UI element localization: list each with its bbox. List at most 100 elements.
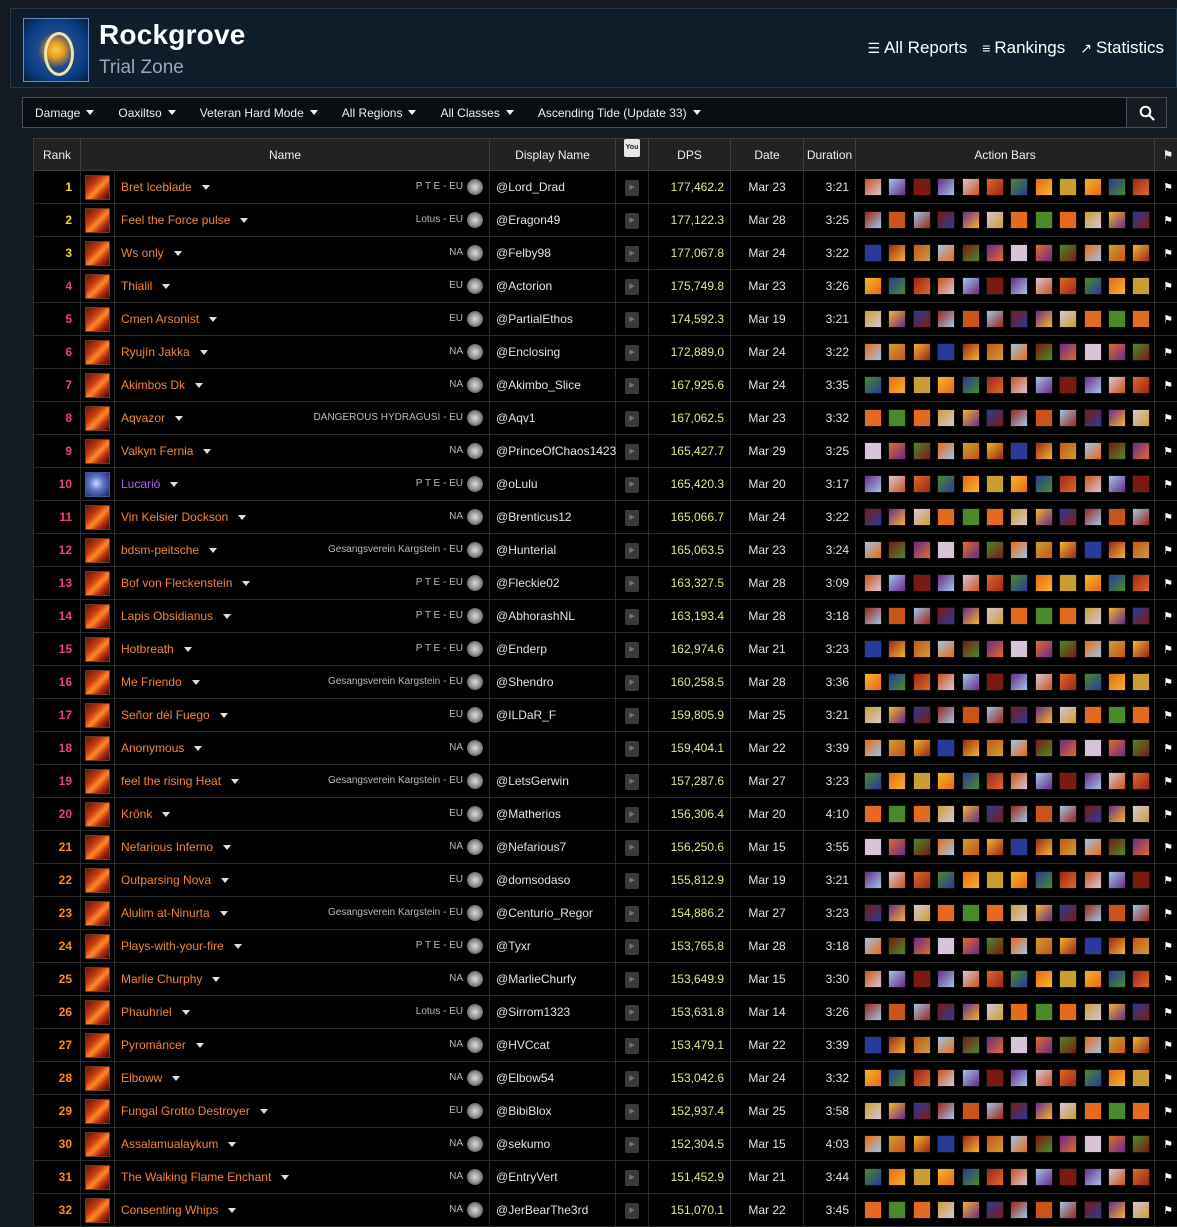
table-row[interactable]: 28ElbowwNA@Elbow54▶153,042.6Mar 243:32⚑ — [34, 1062, 1177, 1095]
skill-icon[interactable] — [986, 673, 1004, 691]
skill-icon[interactable] — [1035, 475, 1053, 493]
display-name-cell[interactable]: @sekumo — [490, 1128, 616, 1161]
skill-icon[interactable] — [888, 475, 906, 493]
skill-icon[interactable] — [1132, 244, 1150, 262]
flag-cell[interactable]: ⚑ — [1155, 699, 1177, 732]
flag-cell[interactable]: ⚑ — [1155, 237, 1177, 270]
skill-icon[interactable] — [1132, 871, 1150, 889]
skill-icon[interactable] — [913, 343, 931, 361]
skill-icon[interactable] — [1108, 376, 1126, 394]
skill-icon[interactable] — [864, 607, 882, 625]
skill-icon[interactable] — [888, 1201, 906, 1219]
skill-icon[interactable] — [1010, 277, 1028, 295]
skill-icon[interactable] — [1084, 409, 1102, 427]
skill-icon[interactable] — [913, 607, 931, 625]
skill-icon[interactable] — [1108, 310, 1126, 328]
display-name-cell[interactable]: @Centurio_Regor — [490, 897, 616, 930]
skill-icon[interactable] — [888, 1168, 906, 1186]
skill-icon[interactable] — [986, 508, 1004, 526]
skill-icon[interactable] — [1010, 871, 1028, 889]
display-name-cell[interactable]: @AbhorashNL — [490, 600, 616, 633]
skill-icon[interactable] — [913, 541, 931, 559]
skill-icon[interactable] — [1084, 541, 1102, 559]
flag-cell[interactable]: ⚑ — [1155, 1194, 1177, 1227]
skill-icon[interactable] — [1010, 343, 1028, 361]
table-row[interactable]: 12bdsm-peitscheGesangsverein Kargstein -… — [34, 534, 1177, 567]
skill-icon[interactable] — [1035, 772, 1053, 790]
skill-icon[interactable] — [1035, 1069, 1053, 1087]
skill-icon[interactable] — [1108, 343, 1126, 361]
skill-icon[interactable] — [986, 277, 1004, 295]
youtube-icon[interactable]: ▶ — [625, 411, 639, 427]
skill-icon[interactable] — [1084, 211, 1102, 229]
skill-icon[interactable] — [1035, 376, 1053, 394]
youtube-icon[interactable]: ▶ — [625, 708, 639, 724]
skill-icon[interactable] — [1084, 475, 1102, 493]
skill-icon[interactable] — [888, 277, 906, 295]
youtube-icon[interactable]: ▶ — [625, 444, 639, 460]
skill-icon[interactable] — [1010, 937, 1028, 955]
flag-cell[interactable]: ⚑ — [1155, 930, 1177, 963]
skill-icon[interactable] — [864, 178, 882, 196]
skill-icon[interactable] — [1084, 376, 1102, 394]
player-name-link[interactable]: Bret Iceblade — [121, 180, 192, 194]
table-row[interactable]: 18AnonymousNA▶159,404.1Mar 223:39⚑ — [34, 732, 1177, 765]
skill-icon[interactable] — [888, 673, 906, 691]
skill-icon[interactable] — [1132, 772, 1150, 790]
skill-icon[interactable] — [1035, 343, 1053, 361]
skill-icon[interactable] — [1035, 1036, 1053, 1054]
skill-icon[interactable] — [1035, 409, 1053, 427]
table-row[interactable]: 22Outparsing NovaEU@domsodaso▶155,812.9M… — [34, 864, 1177, 897]
skill-icon[interactable] — [937, 244, 955, 262]
skill-icon[interactable] — [1010, 1036, 1028, 1054]
skill-icon[interactable] — [864, 277, 882, 295]
flag-cell[interactable]: ⚑ — [1155, 963, 1177, 996]
flag-cell[interactable]: ⚑ — [1155, 303, 1177, 336]
skill-icon[interactable] — [1108, 838, 1126, 856]
display-name-cell[interactable]: @Hunterial — [490, 534, 616, 567]
skill-icon[interactable] — [888, 904, 906, 922]
skill-icon[interactable] — [937, 1036, 955, 1054]
skill-icon[interactable] — [864, 1003, 882, 1021]
skill-icon[interactable] — [986, 607, 1004, 625]
chevron-down-icon[interactable] — [231, 779, 239, 784]
flag-cell[interactable]: ⚑ — [1155, 897, 1177, 930]
skill-icon[interactable] — [962, 838, 980, 856]
skill-icon[interactable] — [986, 541, 1004, 559]
skill-icon[interactable] — [1059, 1036, 1077, 1054]
skill-icon[interactable] — [1108, 640, 1126, 658]
chevron-down-icon[interactable] — [209, 548, 217, 553]
skill-icon[interactable] — [962, 409, 980, 427]
skill-icon[interactable] — [1010, 211, 1028, 229]
youtube-icon[interactable]: ▶ — [625, 1203, 639, 1219]
skill-icon[interactable] — [986, 904, 1004, 922]
skill-icon[interactable] — [1035, 805, 1053, 823]
skill-icon[interactable] — [1132, 343, 1150, 361]
skill-icon[interactable] — [962, 475, 980, 493]
skill-icon[interactable] — [1084, 1036, 1102, 1054]
youtube-icon[interactable]: ▶ — [625, 279, 639, 295]
skill-icon[interactable] — [1035, 508, 1053, 526]
display-name-cell[interactable]: @Matherios — [490, 798, 616, 831]
skill-icon[interactable] — [864, 739, 882, 757]
skill-icon[interactable] — [962, 376, 980, 394]
skill-icon[interactable] — [1108, 772, 1126, 790]
skill-icon[interactable] — [1108, 178, 1126, 196]
skill-icon[interactable] — [962, 772, 980, 790]
skill-icon[interactable] — [1035, 442, 1053, 460]
skill-icon[interactable] — [1059, 442, 1077, 460]
skill-icon[interactable] — [937, 1102, 955, 1120]
skill-icon[interactable] — [1059, 1069, 1077, 1087]
skill-icon[interactable] — [888, 343, 906, 361]
skill-icon[interactable] — [1059, 244, 1077, 262]
skill-icon[interactable] — [1010, 442, 1028, 460]
player-name-link[interactable]: Consenting Whips — [121, 1203, 218, 1217]
skill-icon[interactable] — [986, 409, 1004, 427]
skill-icon[interactable] — [962, 541, 980, 559]
skill-icon[interactable] — [1132, 541, 1150, 559]
youtube-icon[interactable]: ▶ — [625, 906, 639, 922]
skill-icon[interactable] — [1132, 673, 1150, 691]
skill-icon[interactable] — [1132, 1102, 1150, 1120]
player-name-link[interactable]: Akimbos Dk — [121, 378, 185, 392]
skill-icon[interactable] — [1108, 607, 1126, 625]
